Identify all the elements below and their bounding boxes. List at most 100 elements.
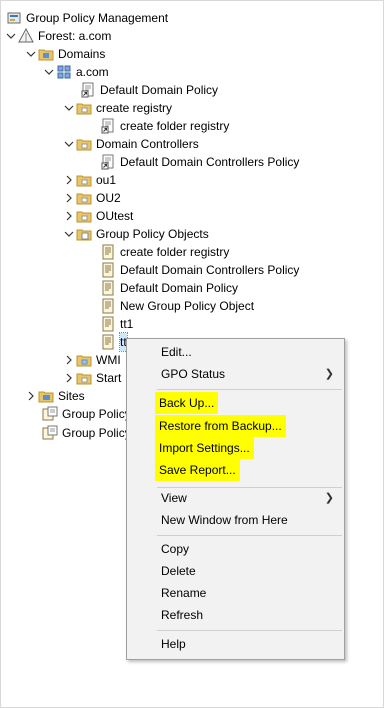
collapsed-chevron-icon[interactable] bbox=[62, 369, 76, 387]
gp-results-icon bbox=[42, 425, 58, 441]
domain-icon bbox=[56, 64, 72, 80]
tree-label: Group Policy Management bbox=[26, 11, 169, 25]
tree-label: Group Policy Objects bbox=[96, 227, 209, 241]
domains-folder-icon bbox=[38, 46, 54, 62]
tree-label: Domains bbox=[58, 47, 106, 61]
tree-label: a.com bbox=[76, 65, 109, 79]
tree-label: create registry bbox=[96, 101, 173, 115]
tree-label: create folder registry bbox=[120, 119, 230, 133]
tree-item-gpo-link[interactable]: Default Domain Policy bbox=[80, 81, 218, 99]
tree-label: OUtest bbox=[96, 209, 134, 223]
tree-label: Default Domain Policy bbox=[100, 83, 219, 97]
tree-item-starter-gpos[interactable]: Start bbox=[62, 369, 121, 387]
tree-label: OU2 bbox=[96, 191, 121, 205]
menu-item-refresh[interactable]: Refresh bbox=[161, 604, 203, 626]
menu-separator bbox=[157, 535, 342, 536]
tree-item-sites[interactable]: Sites bbox=[24, 387, 85, 405]
tree-item-gpo[interactable]: create folder registry bbox=[100, 243, 229, 261]
menu-item-delete[interactable]: Delete bbox=[161, 560, 196, 582]
tree-label: Domain Controllers bbox=[96, 137, 199, 151]
ou-folder-icon bbox=[76, 208, 92, 224]
menu-item-gpo-status[interactable]: GPO Status bbox=[161, 363, 225, 385]
context-menu: Edit... GPO Status ❯ Back Up... Restore … bbox=[126, 338, 345, 660]
tree-label: create folder registry bbox=[120, 245, 230, 259]
gpo-scroll-icon bbox=[100, 298, 116, 314]
menu-item-help[interactable]: Help bbox=[161, 633, 186, 655]
wmi-folder-icon bbox=[76, 352, 92, 368]
tree-item-gpo[interactable]: Default Domain Controllers Policy bbox=[100, 261, 299, 279]
tree-item-domain-a-com[interactable]: a.com bbox=[42, 63, 109, 81]
menu-item-back-up[interactable]: Back Up... bbox=[155, 392, 219, 414]
tree-label: ou1 bbox=[96, 173, 117, 187]
tree-label: New Group Policy Object bbox=[120, 299, 255, 313]
tree-label: Default Domain Controllers Policy bbox=[120, 155, 300, 169]
gpm-icon bbox=[6, 10, 22, 26]
collapsed-chevron-icon[interactable] bbox=[62, 207, 76, 225]
collapsed-chevron-icon[interactable] bbox=[24, 387, 38, 405]
tree-label: Start bbox=[96, 371, 122, 385]
tree-item-ou-create-registry[interactable]: create registry bbox=[62, 99, 172, 117]
tree-item-gpo-container[interactable]: Group Policy Objects bbox=[62, 225, 209, 243]
expanded-chevron-icon[interactable] bbox=[42, 63, 56, 81]
ou-folder-icon bbox=[76, 190, 92, 206]
submenu-arrow-icon: ❯ bbox=[324, 368, 334, 380]
menu-item-edit[interactable]: Edit... bbox=[161, 341, 192, 363]
tree-label: WMI bbox=[96, 353, 121, 367]
gpo-scroll-icon bbox=[100, 280, 116, 296]
expanded-chevron-icon[interactable] bbox=[24, 45, 38, 63]
expanded-chevron-icon[interactable] bbox=[4, 27, 18, 45]
ou-folder-icon bbox=[76, 172, 92, 188]
tree-item-ou2[interactable]: OU2 bbox=[62, 189, 121, 207]
tree-label: Group Policy bbox=[62, 407, 131, 421]
tree-item-domains[interactable]: Domains bbox=[24, 45, 105, 63]
gp-modeling-icon bbox=[42, 406, 58, 422]
ou-folder-icon bbox=[76, 100, 92, 116]
menu-item-restore-from-backup[interactable]: Restore from Backup... bbox=[155, 415, 286, 437]
menu-separator bbox=[157, 389, 342, 390]
collapsed-chevron-icon[interactable] bbox=[62, 351, 76, 369]
tree-label: Default Domain Policy bbox=[120, 281, 239, 295]
tree-item-ou1[interactable]: ou1 bbox=[62, 171, 116, 189]
forest-icon bbox=[18, 28, 34, 44]
tree-item-gpo-link[interactable]: create folder registry bbox=[100, 117, 229, 135]
tree-label: Group Policy bbox=[62, 426, 131, 440]
menu-item-copy[interactable]: Copy bbox=[161, 538, 189, 560]
menu-item-import-settings[interactable]: Import Settings... bbox=[155, 437, 254, 459]
expanded-chevron-icon[interactable] bbox=[62, 135, 76, 153]
tree-item-wmi-filters[interactable]: WMI bbox=[62, 351, 121, 369]
menu-item-save-report[interactable]: Save Report... bbox=[155, 459, 240, 481]
gpo-scroll-icon bbox=[100, 316, 116, 332]
gpo-link-icon bbox=[100, 154, 116, 170]
submenu-arrow-icon: ❯ bbox=[324, 492, 334, 504]
expanded-chevron-icon[interactable] bbox=[62, 225, 76, 243]
gpo-scroll-icon bbox=[100, 244, 116, 260]
menu-item-new-window[interactable]: New Window from Here bbox=[161, 509, 288, 531]
gpo-scroll-icon bbox=[100, 334, 116, 350]
collapsed-chevron-icon[interactable] bbox=[62, 189, 76, 207]
gpo-link-icon bbox=[80, 82, 96, 98]
tree-label: Default Domain Controllers Policy bbox=[120, 263, 300, 277]
tree-item-gpo-link[interactable]: Default Domain Controllers Policy bbox=[100, 153, 299, 171]
gpo-link-icon bbox=[100, 118, 116, 134]
collapsed-chevron-icon[interactable] bbox=[62, 171, 76, 189]
tree-item-gpo[interactable]: tt1 bbox=[100, 315, 133, 333]
tree-item-ou-domain-controllers[interactable]: Domain Controllers bbox=[62, 135, 199, 153]
tree-item-gp-results[interactable]: Group Policy bbox=[42, 424, 131, 442]
tree-item-gpo[interactable]: New Group Policy Object bbox=[100, 297, 254, 315]
tree-item-gpo[interactable]: Default Domain Policy bbox=[100, 279, 238, 297]
starter-folder-icon bbox=[76, 370, 92, 386]
tree-item-forest[interactable]: Forest: a.com bbox=[4, 27, 111, 45]
tree-item-gp-modeling[interactable]: Group Policy bbox=[42, 405, 131, 423]
tree-label: tt1 bbox=[120, 317, 134, 331]
tree-item-gpo-selected[interactable]: tt bbox=[100, 332, 128, 352]
tree-item-outest[interactable]: OUtest bbox=[62, 207, 133, 225]
gpo-scroll-icon bbox=[100, 262, 116, 278]
tree-item-gpm[interactable]: Group Policy Management bbox=[6, 9, 168, 27]
tree-label: Sites bbox=[58, 389, 85, 403]
gpo-folder-icon bbox=[76, 226, 92, 242]
menu-item-view[interactable]: View bbox=[161, 487, 187, 509]
sites-icon bbox=[38, 388, 54, 404]
expanded-chevron-icon[interactable] bbox=[62, 99, 76, 117]
menu-item-rename[interactable]: Rename bbox=[161, 582, 206, 604]
tree-label: Forest: a.com bbox=[38, 29, 112, 43]
